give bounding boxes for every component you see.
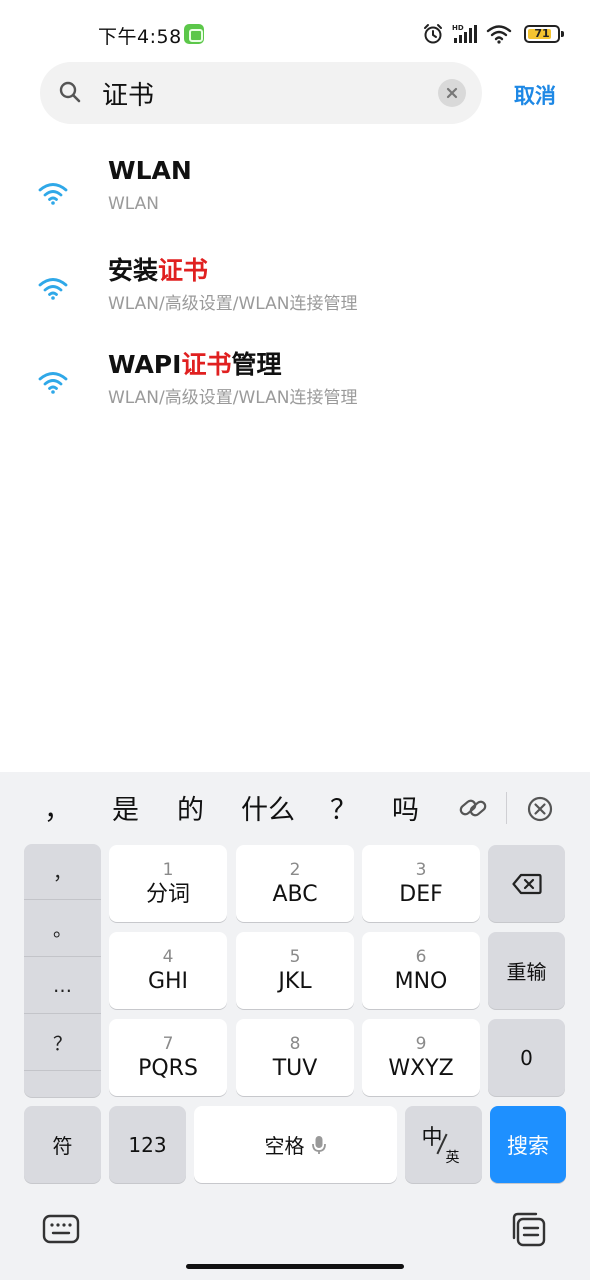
search-input[interactable] [102, 66, 422, 120]
punct-key[interactable]: 。 [24, 901, 101, 957]
punct-key[interactable]: ， [24, 844, 101, 900]
status-bar: 下午4:58 HD 71 [0, 0, 590, 66]
app-notification-icon [184, 24, 204, 44]
candidate-item[interactable]: ？ [330, 788, 357, 827]
microphone-icon [311, 1135, 326, 1154]
key-3[interactable]: 3 DEF [362, 845, 480, 922]
result-path: WLAN/高级设置/WLAN连接管理 [108, 294, 358, 314]
cancel-button[interactable]: 取消 [514, 80, 556, 110]
wifi-status-icon [486, 25, 512, 44]
result-item-wlan[interactable]: WLAN WLAN [0, 154, 590, 242]
clipboard-icon[interactable] [510, 1210, 548, 1248]
candidate-item[interactable]: 是 [112, 788, 139, 827]
close-circle-icon[interactable] [526, 795, 554, 823]
symbol-key[interactable]: 符 [24, 1106, 101, 1183]
numeric-key[interactable]: 123 [109, 1106, 186, 1183]
key-9[interactable]: 9 WXYZ [362, 1019, 480, 1096]
candidate-item[interactable]: 什么 [241, 788, 295, 827]
reinput-key[interactable]: 重输 [488, 932, 565, 1009]
wifi-icon [38, 372, 68, 394]
candidate-bar: ， 是 的 什么 ？ 吗 [0, 772, 590, 842]
punct-key[interactable]: ？ [24, 1015, 101, 1071]
space-key[interactable]: 空格 [194, 1106, 397, 1183]
candidate-item[interactable]: ， [44, 788, 71, 827]
search-icon [59, 81, 81, 103]
result-item-wapi-certificate[interactable]: WAPI证书管理 WLAN/高级设置/WLAN连接管理 [0, 343, 590, 431]
candidate-item[interactable]: 的 [177, 788, 204, 827]
key-5[interactable]: 5 JKL [236, 932, 354, 1009]
search-key[interactable]: 搜索 [490, 1106, 566, 1183]
home-indicator[interactable] [186, 1264, 404, 1269]
wifi-icon [38, 183, 68, 205]
wifi-icon [38, 278, 68, 300]
alarm-icon [424, 24, 442, 44]
result-title: WAPI证书管理 [108, 350, 282, 379]
zero-key[interactable]: 0 [488, 1019, 565, 1096]
battery-icon: 71 [524, 25, 564, 43]
language-switch-key[interactable]: 中 英 [405, 1106, 482, 1183]
link-icon[interactable] [458, 794, 488, 822]
keyboard-toggle-icon[interactable] [42, 1212, 80, 1246]
key-6[interactable]: 6 MNO [362, 932, 480, 1009]
signal-hd-icon: HD [452, 24, 477, 43]
punct-key[interactable]: … [24, 958, 101, 1014]
candidate-divider [506, 792, 507, 824]
result-path: WLAN/高级设置/WLAN连接管理 [108, 388, 358, 408]
language-switch-label: 中 英 [421, 1124, 460, 1166]
status-icons: HD 71 [422, 20, 564, 48]
key-1[interactable]: 1 分词 [109, 845, 227, 922]
result-item-install-certificate[interactable]: 安装证书 WLAN/高级设置/WLAN连接管理 [0, 249, 590, 337]
punctuation-column: ， 。 … ？ [24, 844, 101, 1097]
key-4[interactable]: 4 GHI [109, 932, 227, 1009]
result-title: WLAN [108, 156, 192, 185]
battery-level: 71 [534, 27, 550, 40]
result-path: WLAN [108, 194, 160, 214]
clear-search-button[interactable] [438, 79, 466, 107]
close-icon [446, 87, 458, 99]
key-7[interactable]: 7 PQRS [109, 1019, 227, 1096]
result-title: 安装证书 [108, 256, 209, 285]
key-2[interactable]: 2 ABC [236, 845, 354, 922]
status-time: 下午4:58 [98, 26, 182, 48]
candidate-item[interactable]: 吗 [392, 788, 419, 827]
backspace-icon [511, 873, 542, 894]
svg-text:HD: HD [452, 24, 464, 32]
key-8[interactable]: 8 TUV [236, 1019, 354, 1096]
backspace-key[interactable] [488, 845, 565, 922]
